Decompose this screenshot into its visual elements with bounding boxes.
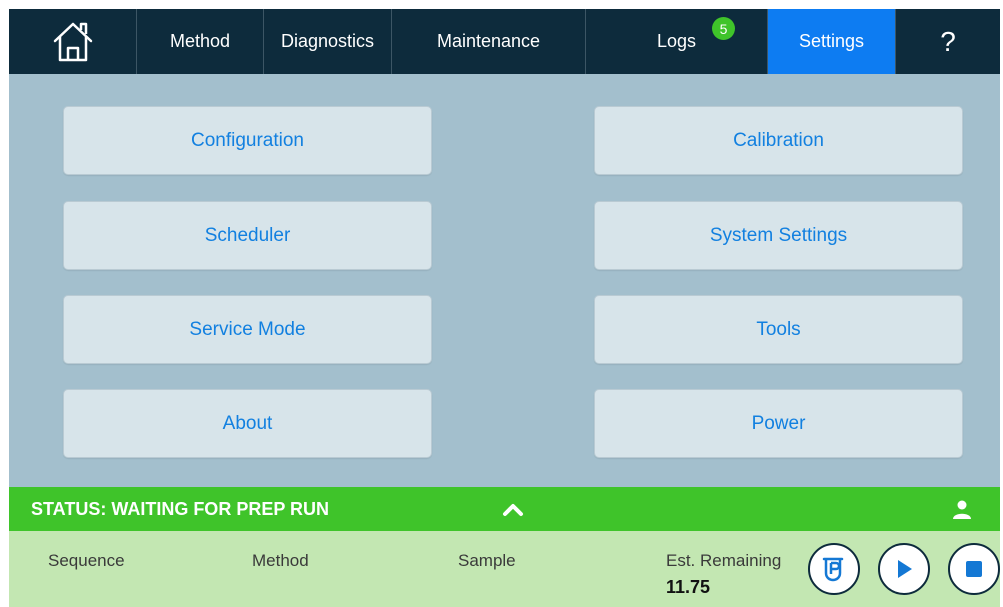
tab-diagnostics[interactable]: Diagnostics — [264, 9, 392, 74]
tab-method-label: Method — [169, 31, 231, 51]
method-label: Method — [252, 551, 309, 570]
about-label: About — [222, 412, 273, 434]
sequence-label: Sequence — [48, 551, 125, 570]
home-button[interactable] — [9, 9, 137, 74]
system-settings-label: System Settings — [709, 224, 848, 246]
stop-icon — [966, 561, 982, 577]
chevron-up-icon[interactable] — [501, 498, 525, 520]
status-text: STATUS: WAITING FOR PREP RUN — [31, 499, 330, 519]
about-button[interactable]: About — [63, 389, 432, 458]
service-mode-button[interactable]: Service Mode — [63, 295, 432, 364]
sample-label: Sample — [458, 551, 516, 570]
instrument-screen: Method Diagnostics Maintenance Logs 5 Se… — [0, 0, 1003, 607]
scheduler-button[interactable]: Scheduler — [63, 201, 432, 270]
configuration-label: Configuration — [190, 129, 305, 151]
power-button[interactable]: Power — [594, 389, 963, 458]
power-label: Power — [751, 412, 806, 434]
est-remaining-value: 11.75 — [666, 577, 711, 597]
play-icon — [898, 560, 912, 578]
est-remaining-label: Est. Remaining — [666, 551, 782, 570]
prep-vial-icon — [822, 557, 844, 582]
service-mode-label: Service Mode — [189, 318, 306, 340]
tab-maintenance-label: Maintenance — [436, 31, 541, 51]
status-bar: STATUS: WAITING FOR PREP RUN — [9, 487, 1000, 531]
run-info-bar: Sequence Method Sample Est. Remaining 11… — [9, 531, 1000, 607]
logs-count-badge: 5 — [711, 17, 735, 40]
scheduler-label: Scheduler — [204, 224, 291, 246]
tab-settings-label: Settings — [798, 31, 865, 51]
tab-logs-label-wrap: Logs 5 — [656, 17, 735, 52]
top-nav: Method Diagnostics Maintenance Logs 5 Se… — [9, 9, 1000, 74]
tab-settings[interactable]: Settings — [768, 9, 896, 74]
tab-logs-label: Logs — [656, 31, 697, 51]
tab-logs[interactable]: Logs 5 — [586, 9, 768, 74]
calibration-button[interactable]: Calibration — [594, 106, 963, 175]
prep-button[interactable] — [808, 543, 860, 595]
settings-panel: Configuration Calibration Scheduler Syst… — [9, 74, 1000, 487]
home-icon — [53, 22, 92, 61]
configuration-button[interactable]: Configuration — [63, 106, 432, 175]
user-icon[interactable] — [952, 499, 972, 519]
tools-label: Tools — [756, 318, 801, 340]
stop-button[interactable] — [948, 543, 1000, 595]
tools-button[interactable]: Tools — [594, 295, 963, 364]
help-icon: ? — [940, 25, 956, 57]
help-button[interactable]: ? — [896, 9, 1000, 74]
calibration-label: Calibration — [733, 129, 824, 151]
system-settings-button[interactable]: System Settings — [594, 201, 963, 270]
tab-maintenance[interactable]: Maintenance — [392, 9, 586, 74]
tab-method[interactable]: Method — [137, 9, 264, 74]
tab-diagnostics-label: Diagnostics — [280, 31, 375, 51]
play-button[interactable] — [878, 543, 930, 595]
